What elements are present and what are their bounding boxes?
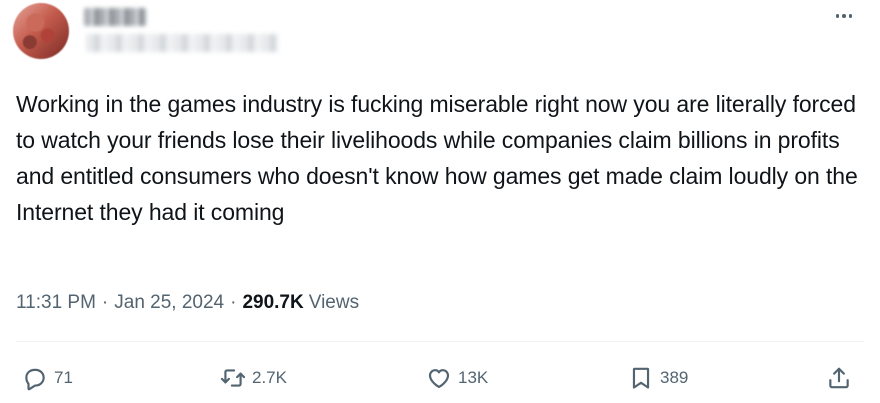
bookmark-count: 389 (660, 368, 689, 387)
retweet-button[interactable]: 2.7K (220, 358, 287, 398)
like-button[interactable]: 13K (426, 358, 488, 398)
views-count[interactable]: 290.7K (242, 292, 303, 314)
tweet-metadata: 11:31 PM · Jan 25, 2024 · 290.7K Views (16, 289, 359, 317)
bookmark-icon (632, 367, 650, 389)
avatar[interactable] (13, 3, 69, 59)
tweet-time[interactable]: 11:31 PM (16, 292, 96, 314)
bookmark-button[interactable]: 389 (628, 358, 688, 398)
reply-count: 71 (54, 368, 73, 387)
views-label: Views (308, 292, 360, 313)
reply-bubble-icon (25, 368, 45, 391)
action-bar: 71 2.7K 13K 389 (0, 358, 880, 398)
tweet-date[interactable]: Jan 25, 2024 (114, 292, 224, 314)
divider (16, 341, 864, 342)
share-upload-icon (829, 367, 849, 389)
heart-icon (428, 369, 450, 389)
more-options-button[interactable] (830, 6, 858, 26)
author-handle-blurred[interactable] (86, 34, 278, 52)
retweet-arrows-icon (220, 369, 246, 387)
tweet-text: Working in the games industry is fucking… (16, 91, 858, 225)
retweet-count: 2.7K (252, 368, 287, 387)
separator-dot: · (101, 292, 109, 313)
share-button[interactable] (826, 358, 852, 398)
more-horizontal-icon (835, 14, 840, 18)
reply-button[interactable]: 71 (22, 358, 73, 398)
author-display-name-blurred[interactable] (84, 8, 146, 26)
like-count: 13K (458, 368, 489, 387)
separator-dot: · (230, 292, 237, 313)
